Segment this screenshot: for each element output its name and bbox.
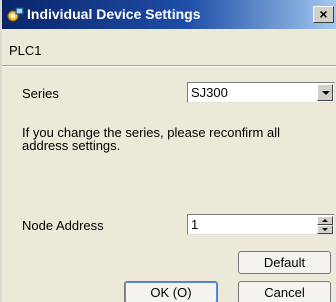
spin-up-icon (322, 219, 328, 222)
default-button[interactable]: Default (238, 251, 331, 274)
spin-down-button[interactable] (317, 225, 333, 234)
series-value: SJ300 (191, 85, 228, 100)
device-settings-dialog: Individual Device Settings × PLC1 Series… (0, 0, 336, 302)
node-address-field[interactable]: 1 (187, 214, 335, 235)
node-address-value: 1 (191, 217, 199, 232)
close-icon: × (319, 6, 328, 22)
divider (2, 65, 336, 67)
cancel-button[interactable]: Cancel (238, 281, 331, 302)
spin-down-icon (322, 228, 328, 231)
node-address-label: Node Address (22, 218, 104, 233)
window-title: Individual Device Settings (27, 6, 201, 22)
title-bar[interactable]: Individual Device Settings × (2, 0, 336, 29)
ok-button[interactable]: OK (O) (124, 281, 218, 302)
device-name: PLC1 (9, 43, 42, 58)
spin-up-button[interactable] (317, 216, 333, 225)
device-header (2, 29, 336, 65)
device-settings-icon (7, 6, 24, 23)
info-text: If you change the series, please reconfi… (22, 125, 280, 153)
series-label: Series (22, 86, 59, 101)
chevron-down-icon (322, 91, 330, 95)
series-dropdown-button[interactable] (317, 84, 333, 101)
series-select[interactable]: SJ300 (187, 82, 335, 103)
close-button[interactable]: × (313, 6, 334, 23)
